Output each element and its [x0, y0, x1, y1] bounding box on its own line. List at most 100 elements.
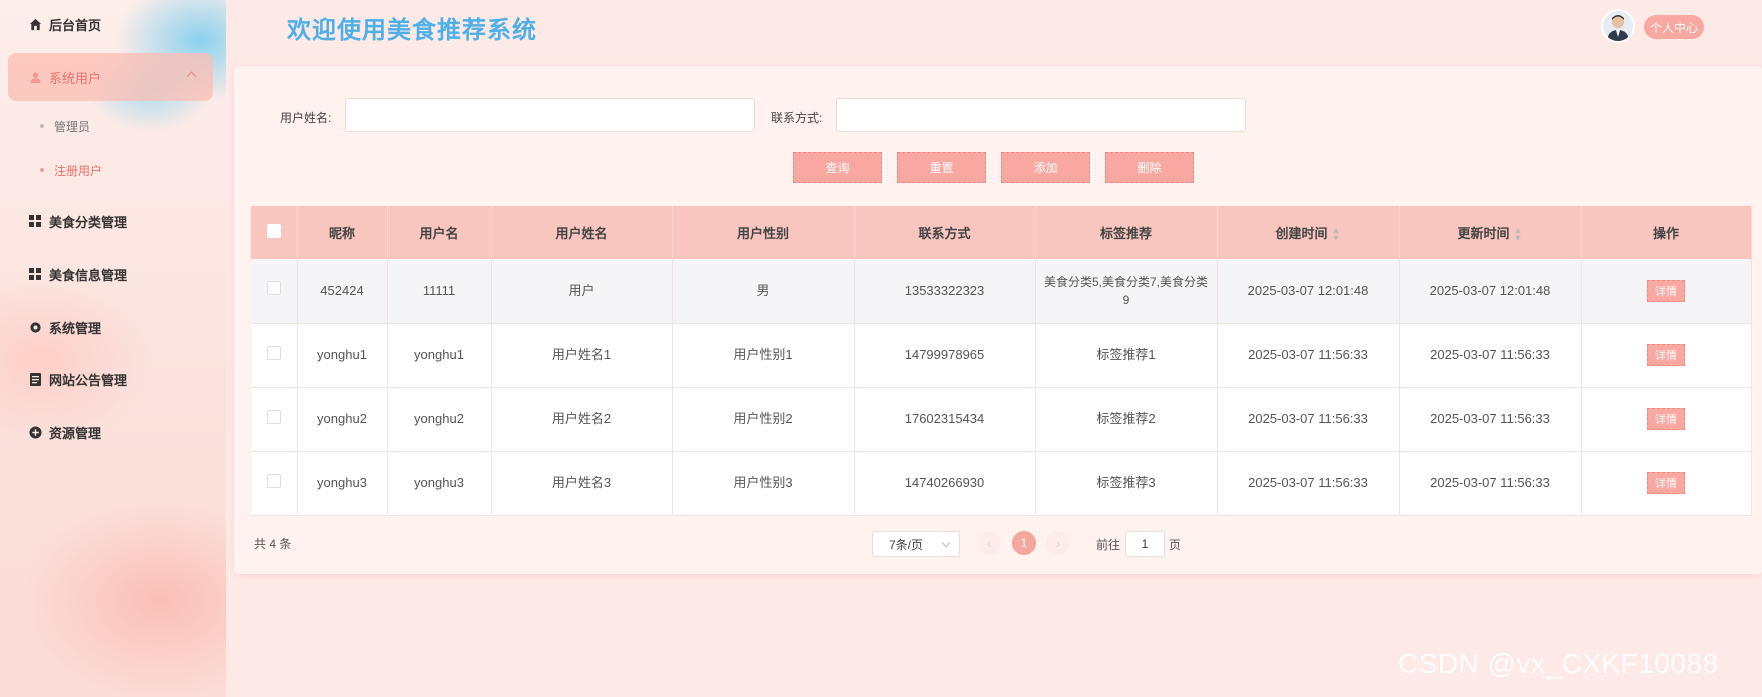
row-select-cell — [251, 259, 298, 324]
cell-tags: 标签推荐1 — [1035, 323, 1218, 388]
goto-prefix: 前往 — [1096, 538, 1121, 552]
sidebar-item-home[interactable]: 后台首页 — [8, 0, 213, 48]
sidebar-item-resources[interactable]: 资源管理 — [8, 408, 213, 456]
sort-icon[interactable]: ▲ ▼ — [1332, 226, 1341, 243]
grid-icon — [28, 214, 42, 228]
sidebar-item-food-category[interactable]: 美食分类管理 — [8, 197, 213, 245]
page-number-current[interactable]: 1 — [1012, 531, 1036, 555]
add-button[interactable]: 添加 — [1001, 152, 1090, 183]
cell-actions: 详情 — [1581, 451, 1752, 516]
row-checkbox[interactable] — [266, 409, 281, 424]
cell-gender: 用户性别2 — [672, 387, 855, 452]
cell-created: 2025-03-07 12:01:48 — [1217, 259, 1400, 324]
select-all-checkbox[interactable] — [266, 224, 281, 238]
chevron-left-icon: ‹ — [986, 535, 992, 551]
query-button[interactable]: 查询 — [793, 152, 882, 183]
sidebar-item-system-users[interactable]: 系统用户 — [8, 53, 213, 101]
contact-search-input[interactable] — [836, 98, 1246, 132]
prev-page-button[interactable]: ‹ — [977, 531, 1001, 555]
sidebar-subitem-label: 管理员 — [54, 119, 91, 134]
page-size-select[interactable]: 7条/页 — [872, 531, 960, 557]
column-header-phone: 联系方式 — [854, 206, 1036, 259]
cell-created: 2025-03-07 11:56:33 — [1217, 451, 1400, 516]
sidebar-item-label: 资源管理 — [49, 425, 102, 441]
cell-updated: 2025-03-07 12:01:48 — [1399, 259, 1582, 324]
sort-icon[interactable]: ▲ ▼ — [1514, 226, 1523, 243]
gear-icon — [28, 320, 42, 334]
chevron-up-icon — [186, 71, 197, 82]
cell-realname: 用户姓名3 — [491, 451, 673, 516]
row-checkbox[interactable] — [266, 473, 281, 488]
cell-tags: 标签推荐2 — [1035, 387, 1218, 452]
reset-button[interactable]: 重置 — [897, 152, 986, 183]
row-select-cell — [251, 387, 298, 452]
page-size-value: 7条/页 — [889, 537, 924, 552]
cell-nickname: yonghu2 — [297, 387, 388, 452]
cell-gender: 用户性别1 — [672, 323, 855, 388]
sidebar-subitem-admin[interactable]: 管理员 — [40, 111, 90, 141]
bullet-dot-icon — [40, 124, 44, 128]
select-all-cell — [251, 206, 298, 259]
cell-username: yonghu1 — [387, 323, 492, 388]
cell-tags: 标签推荐3 — [1035, 451, 1218, 516]
sidebar-subitem-registered-users[interactable]: 注册用户 — [40, 155, 102, 185]
avatar[interactable] — [1601, 9, 1635, 43]
column-header-created[interactable]: 创建时间 ▲ ▼ — [1217, 206, 1400, 259]
home-icon — [28, 17, 42, 31]
cell-phone: 13533322323 — [854, 259, 1036, 324]
name-search-label: 用户姓名: — [280, 111, 332, 125]
goto-suffix: 页 — [1169, 538, 1182, 552]
sidebar-item-food-info[interactable]: 美食信息管理 — [8, 250, 213, 298]
cell-updated: 2025-03-07 11:56:33 — [1399, 323, 1582, 388]
notice-icon — [28, 372, 42, 386]
detail-button[interactable]: 详情 — [1647, 279, 1685, 302]
column-header-username: 用户名 — [387, 206, 492, 259]
column-header-label: 创建时间 — [1275, 225, 1328, 241]
detail-button[interactable]: 详情 — [1647, 408, 1685, 430]
goto-page-input[interactable] — [1125, 531, 1165, 557]
detail-button[interactable]: 详情 — [1647, 344, 1685, 366]
sidebar-item-label: 美食信息管理 — [49, 267, 128, 283]
user-table: 昵称 用户名 用户姓名 用户性别 联系方式 标签推荐 创建时间 ▲ ▼ 更新时间 ▲ ▼… — [251, 206, 1752, 516]
next-page-button[interactable]: › — [1046, 531, 1070, 555]
detail-button[interactable]: 详情 — [1647, 472, 1685, 494]
sidebar-item-label: 网站公告管理 — [49, 372, 128, 388]
table-row: yonghu1 yonghu1 用户姓名1 用户性别1 14799978965 … — [251, 323, 1752, 388]
table-row: 452424 11111 用户 男 13533322323 美食分类5,美食分类… — [251, 259, 1752, 324]
cell-username: yonghu3 — [387, 451, 492, 516]
cell-created: 2025-03-07 11:56:33 — [1217, 323, 1400, 388]
sidebar-item-system-management[interactable]: 系统管理 — [8, 303, 213, 351]
column-header-actions: 操作 — [1581, 206, 1752, 259]
sidebar-item-label: 美食分类管理 — [49, 214, 128, 230]
table-header-row: 昵称 用户名 用户姓名 用户性别 联系方式 标签推荐 创建时间 ▲ ▼ 更新时间 ▲ ▼… — [251, 206, 1752, 259]
cell-gender: 男 — [672, 259, 855, 324]
column-header-nickname: 昵称 — [297, 206, 388, 259]
cell-realname: 用户姓名2 — [491, 387, 673, 452]
page-title: 欢迎使用美食推荐系统 — [287, 17, 537, 44]
table-row: yonghu2 yonghu2 用户姓名2 用户性别2 17602315434 … — [251, 387, 1752, 452]
user-icon — [28, 70, 42, 84]
sidebar-item-announcements[interactable]: 网站公告管理 — [8, 355, 213, 403]
cell-actions: 详情 — [1581, 323, 1752, 388]
cell-realname: 用户姓名1 — [491, 323, 673, 388]
column-header-updated[interactable]: 更新时间 ▲ ▼ — [1399, 206, 1582, 259]
table-row: yonghu3 yonghu3 用户姓名3 用户性别3 14740266930 … — [251, 451, 1752, 516]
chevron-down-icon — [941, 538, 951, 548]
cell-actions: 详情 — [1581, 387, 1752, 452]
row-checkbox[interactable] — [266, 281, 281, 296]
watermark: CSDN @vx_CXKF10088 — [1398, 648, 1719, 679]
row-select-cell — [251, 451, 298, 516]
cell-gender: 用户性别3 — [672, 451, 855, 516]
column-header-gender: 用户性别 — [672, 206, 855, 259]
cell-nickname: yonghu3 — [297, 451, 388, 516]
personal-center-button[interactable]: 个人中心 — [1644, 15, 1704, 39]
row-checkbox[interactable] — [266, 345, 281, 360]
name-search-input[interactable] — [345, 98, 755, 132]
cell-username: yonghu2 — [387, 387, 492, 452]
grid-icon — [28, 267, 42, 281]
column-header-realname: 用户姓名 — [491, 206, 673, 259]
contact-search-label: 联系方式: — [771, 111, 823, 125]
cell-realname: 用户 — [491, 259, 673, 324]
delete-button[interactable]: 删除 — [1105, 152, 1194, 183]
sidebar-item-label: 后台首页 — [49, 17, 102, 33]
